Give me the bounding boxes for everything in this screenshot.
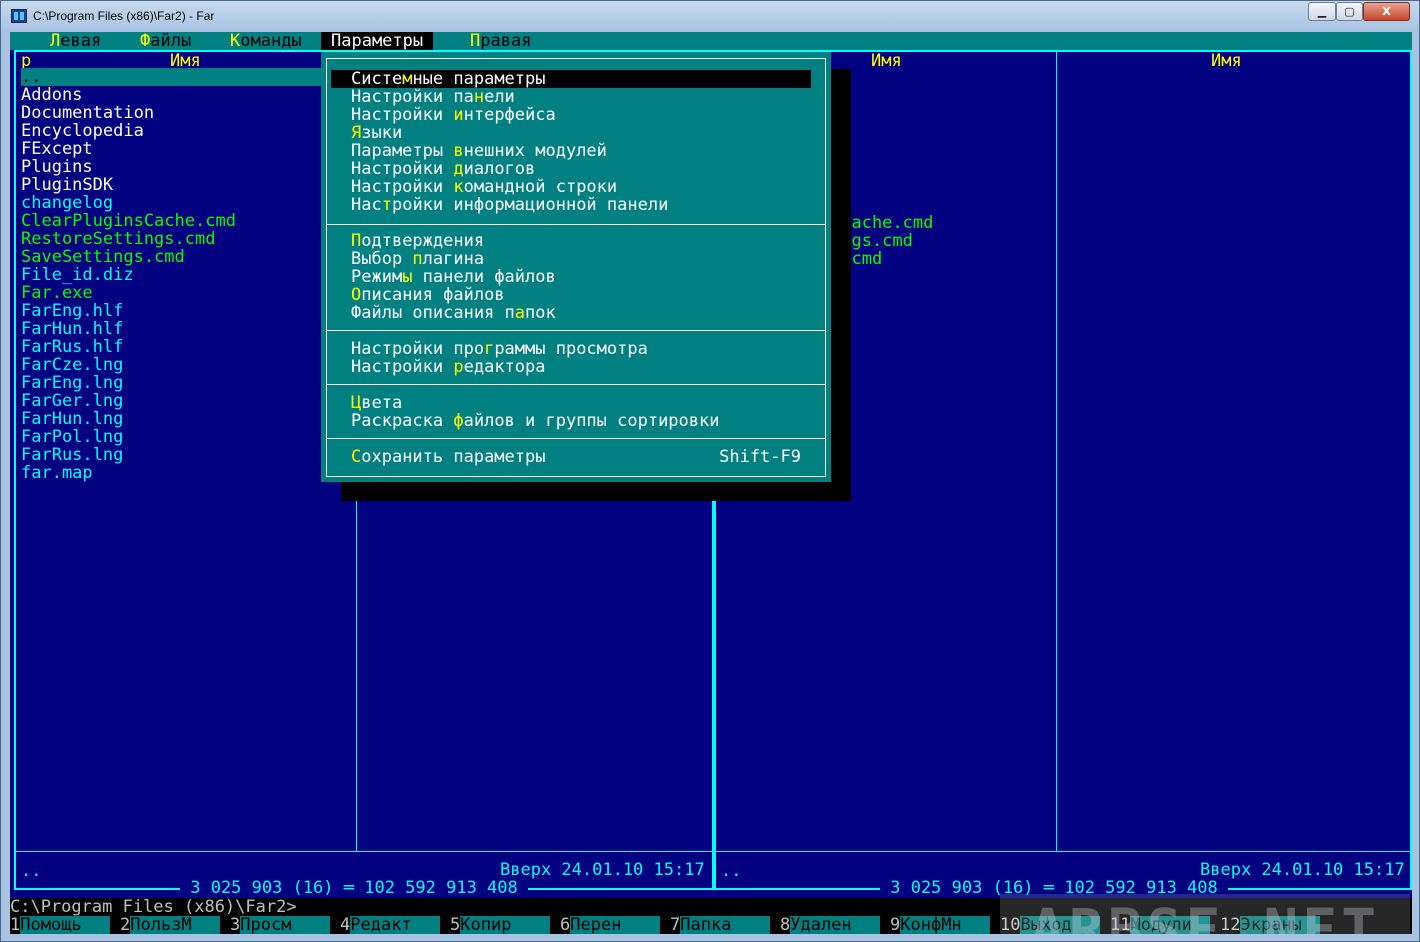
dropdown-item[interactable]: Выбор плагина [351, 250, 811, 268]
dropdown-item[interactable]: Режимы панели файлов [351, 268, 811, 286]
maximize-button[interactable]: ▢ [1336, 2, 1363, 21]
fkey-button[interactable]: 4Редакт [340, 915, 441, 934]
window-title: C:\Program Files (x86)\Far2) - Far [33, 9, 215, 23]
fkey-button[interactable]: 9КонфМн [890, 915, 991, 934]
left-file-item[interactable]: far.map [21, 464, 93, 482]
save-shortcut: Shift-F9 [719, 447, 801, 467]
right-col1-header-name: Имя [871, 51, 902, 71]
dropdown-separator [326, 330, 826, 331]
dropdown-item[interactable]: Файлы описания папок [351, 304, 811, 322]
right-column-divider [1056, 52, 1057, 852]
fkey-button[interactable]: 7Папка [670, 915, 771, 934]
dropdown-item[interactable]: Подтверждения [351, 232, 811, 250]
watermark: ARBSE.NET [1000, 894, 1410, 934]
dropdown-item[interactable]: Настройки программы просмотра [351, 340, 811, 358]
dropdown-item[interactable]: Параметры внешних модулей [351, 142, 811, 160]
menu-files[interactable]: Файлы [130, 32, 201, 50]
left-status-info: Вверх 24.01.10 15:17 [500, 860, 705, 880]
dropdown-item[interactable]: Настройки панели [351, 88, 811, 106]
left-file-item[interactable]: FarRus.hlf [21, 338, 123, 356]
menu-options[interactable]: Параметры [321, 32, 434, 50]
dropdown-item[interactable]: Настройки информационной панели [351, 196, 811, 214]
fkey-button[interactable]: 8Удален [780, 915, 881, 934]
window-frame: C:\Program Files (x86)\Far2) - Far ▁ ▢ X… [0, 0, 1420, 942]
title-bar[interactable]: C:\Program Files (x86)\Far2) - Far ▁ ▢ X [1, 1, 1420, 32]
right-status-info: Вверх 24.01.10 15:17 [1200, 860, 1405, 880]
left-file-item[interactable]: FarEng.lng [21, 374, 123, 392]
left-file-item[interactable]: Documentation [21, 104, 154, 122]
dropdown-separator [326, 384, 826, 385]
left-total: 3 025 903 (16) ═ 102 592 913 408 [180, 878, 528, 898]
dropdown-item[interactable]: Описания файлов [351, 286, 811, 304]
fkey-button[interactable]: 5Копир [450, 915, 551, 934]
left-file-item[interactable]: changelog [21, 194, 113, 212]
left-file-item[interactable]: Far.exe [21, 284, 93, 302]
fkey-button[interactable]: 1Помощь [10, 915, 111, 934]
left-file-item[interactable]: File_id.diz [21, 266, 134, 284]
right-col2-header-name: Имя [1211, 51, 1242, 71]
minimize-button[interactable]: ▁ [1308, 2, 1336, 21]
left-file-item[interactable]: FarRus.lng [21, 446, 123, 464]
dropdown-item[interactable]: Настройки интерфейса [351, 106, 811, 124]
menu-left[interactable]: Левая [40, 32, 111, 50]
left-file-item[interactable]: Encyclopedia [21, 122, 144, 140]
dropdown-item[interactable]: Настройки диалогов [351, 160, 811, 178]
dropdown-item[interactable]: Раскраска файлов и группы сортировки [351, 412, 811, 430]
right-status-divider [716, 851, 1410, 852]
dropdown-item[interactable]: Системные параметры [331, 70, 811, 88]
left-status-divider [16, 851, 712, 852]
right-status-name: .. [721, 861, 742, 881]
options-dropdown: Системные параметры Настройки панели Настр… [321, 52, 831, 482]
dropdown-item[interactable]: Настройки командной строки [351, 178, 811, 196]
left-file-item[interactable]: .. [21, 68, 321, 86]
fkey-button[interactable]: 2ПользМ [120, 915, 221, 934]
fkey-button[interactable]: 3Просм [230, 915, 331, 934]
far-app-icon[interactable] [11, 9, 27, 23]
close-button[interactable]: X [1363, 2, 1410, 21]
dropdown-separator [326, 438, 826, 439]
dropdown-item[interactable]: Настройки редактора [351, 358, 811, 376]
dropdown-item[interactable]: Языки [351, 124, 811, 142]
left-file-item[interactable]: Addons [21, 86, 82, 104]
left-file-item[interactable]: RestoreSettings.cmd [21, 230, 215, 248]
left-file-item[interactable]: Plugins [21, 158, 93, 176]
left-file-item[interactable]: FarGer.lng [21, 392, 123, 410]
menu-right[interactable]: Правая [460, 32, 541, 50]
left-file-item[interactable]: FarEng.hlf [21, 302, 123, 320]
menu-bar: Левая Файлы Команды Параметры Правая [10, 32, 1412, 50]
left-status-name: .. [21, 861, 42, 881]
left-file-item[interactable]: ClearPluginsCache.cmd [21, 212, 236, 230]
left-file-item[interactable]: FarPol.lng [21, 428, 123, 446]
left-file-item[interactable]: PluginSDK [21, 176, 113, 194]
dropdown-item[interactable]: Цвета [351, 394, 811, 412]
left-file-item[interactable]: FarHun.lng [21, 410, 123, 428]
left-file-item[interactable]: FarCze.lng [21, 356, 123, 374]
menu-commands[interactable]: Команды [220, 32, 312, 50]
fkey-button[interactable]: 6Перен [560, 915, 661, 934]
dropdown-separator [326, 224, 826, 225]
left-file-item[interactable]: FExcept [21, 140, 93, 158]
far-console: Левая Файлы Команды Параметры Правая р И… [10, 32, 1412, 934]
left-file-item[interactable]: FarHun.hlf [21, 320, 123, 338]
left-file-item[interactable]: SaveSettings.cmd [21, 248, 185, 266]
